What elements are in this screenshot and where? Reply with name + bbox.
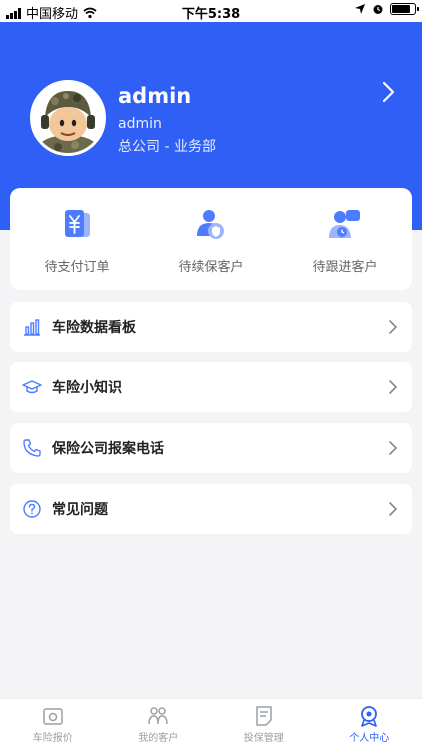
quick-action-label: 待续保客户: [178, 260, 244, 275]
quick-action-label: 待支付订单: [44, 260, 110, 275]
chevron-right-icon: [389, 380, 398, 394]
chevron-right-icon: [389, 320, 398, 334]
menu-item-label: 车险小知识: [52, 380, 122, 396]
chevron-right-icon: [389, 502, 398, 516]
soldier-avatar-icon: [33, 83, 103, 153]
camera-icon: [43, 708, 63, 725]
battery-icon: [390, 3, 419, 15]
phone-icon: [23, 439, 41, 457]
tab-label: 车险报价: [32, 733, 73, 744]
status-bar: 中国移动 下午5:38: [0, 0, 422, 22]
quick-actions-card: 待支付订单 待续保客户 待跟进客户: [10, 188, 412, 290]
menu-item-label: 保险公司报案电话: [52, 441, 164, 457]
menu-item-auto-insurance-dashboard[interactable]: 车险数据看板: [10, 302, 412, 352]
menu-item-auto-insurance-tips[interactable]: 车险小知识: [10, 362, 412, 412]
profile-icon: [361, 706, 378, 727]
yen-card-icon: [65, 210, 90, 237]
menu-item-label: 常见问题: [52, 502, 108, 518]
menu-item-faq[interactable]: 常见问题: [10, 484, 412, 534]
document-icon: [256, 706, 272, 726]
bottom-tab-bar: 车险报价 我的客户 投保管理 个人中心: [0, 698, 422, 750]
menu-item-insurer-hotlines[interactable]: 保险公司报案电话: [10, 423, 412, 473]
user-role: admin: [118, 116, 162, 132]
alarm-icon: [373, 5, 383, 14]
bar-chart-icon: [24, 319, 40, 336]
username: admin: [118, 84, 192, 108]
users-icon: [148, 707, 168, 725]
graduation-cap-icon: [22, 380, 42, 394]
tab-label: 个人中心: [349, 733, 390, 744]
pending-followup-customers-button[interactable]: 待跟进客户: [278, 188, 412, 290]
user-department: 总公司 - 业务部: [118, 139, 216, 155]
followup-user-icon: [329, 210, 360, 238]
chevron-right-icon: [389, 441, 398, 455]
question-icon: [23, 500, 41, 518]
tab-auto-insurance-quote[interactable]: 车险报价: [0, 699, 106, 750]
tab-policy-management[interactable]: 投保管理: [211, 699, 317, 750]
tab-label: 我的客户: [138, 733, 179, 744]
avatar[interactable]: [30, 80, 106, 156]
tab-profile[interactable]: 个人中心: [317, 699, 422, 750]
location-arrow-icon: [355, 4, 365, 14]
pending-payment-orders-button[interactable]: 待支付订单: [10, 188, 144, 290]
pending-renewal-customers-button[interactable]: 待续保客户: [144, 188, 278, 290]
profile-chevron-right-icon[interactable]: [378, 80, 398, 104]
quick-action-label: 待跟进客户: [312, 260, 378, 275]
tab-label: 投保管理: [243, 733, 284, 744]
tab-my-customers[interactable]: 我的客户: [106, 699, 212, 750]
renewal-user-icon: [197, 210, 224, 239]
menu-item-label: 车险数据看板: [52, 320, 136, 336]
